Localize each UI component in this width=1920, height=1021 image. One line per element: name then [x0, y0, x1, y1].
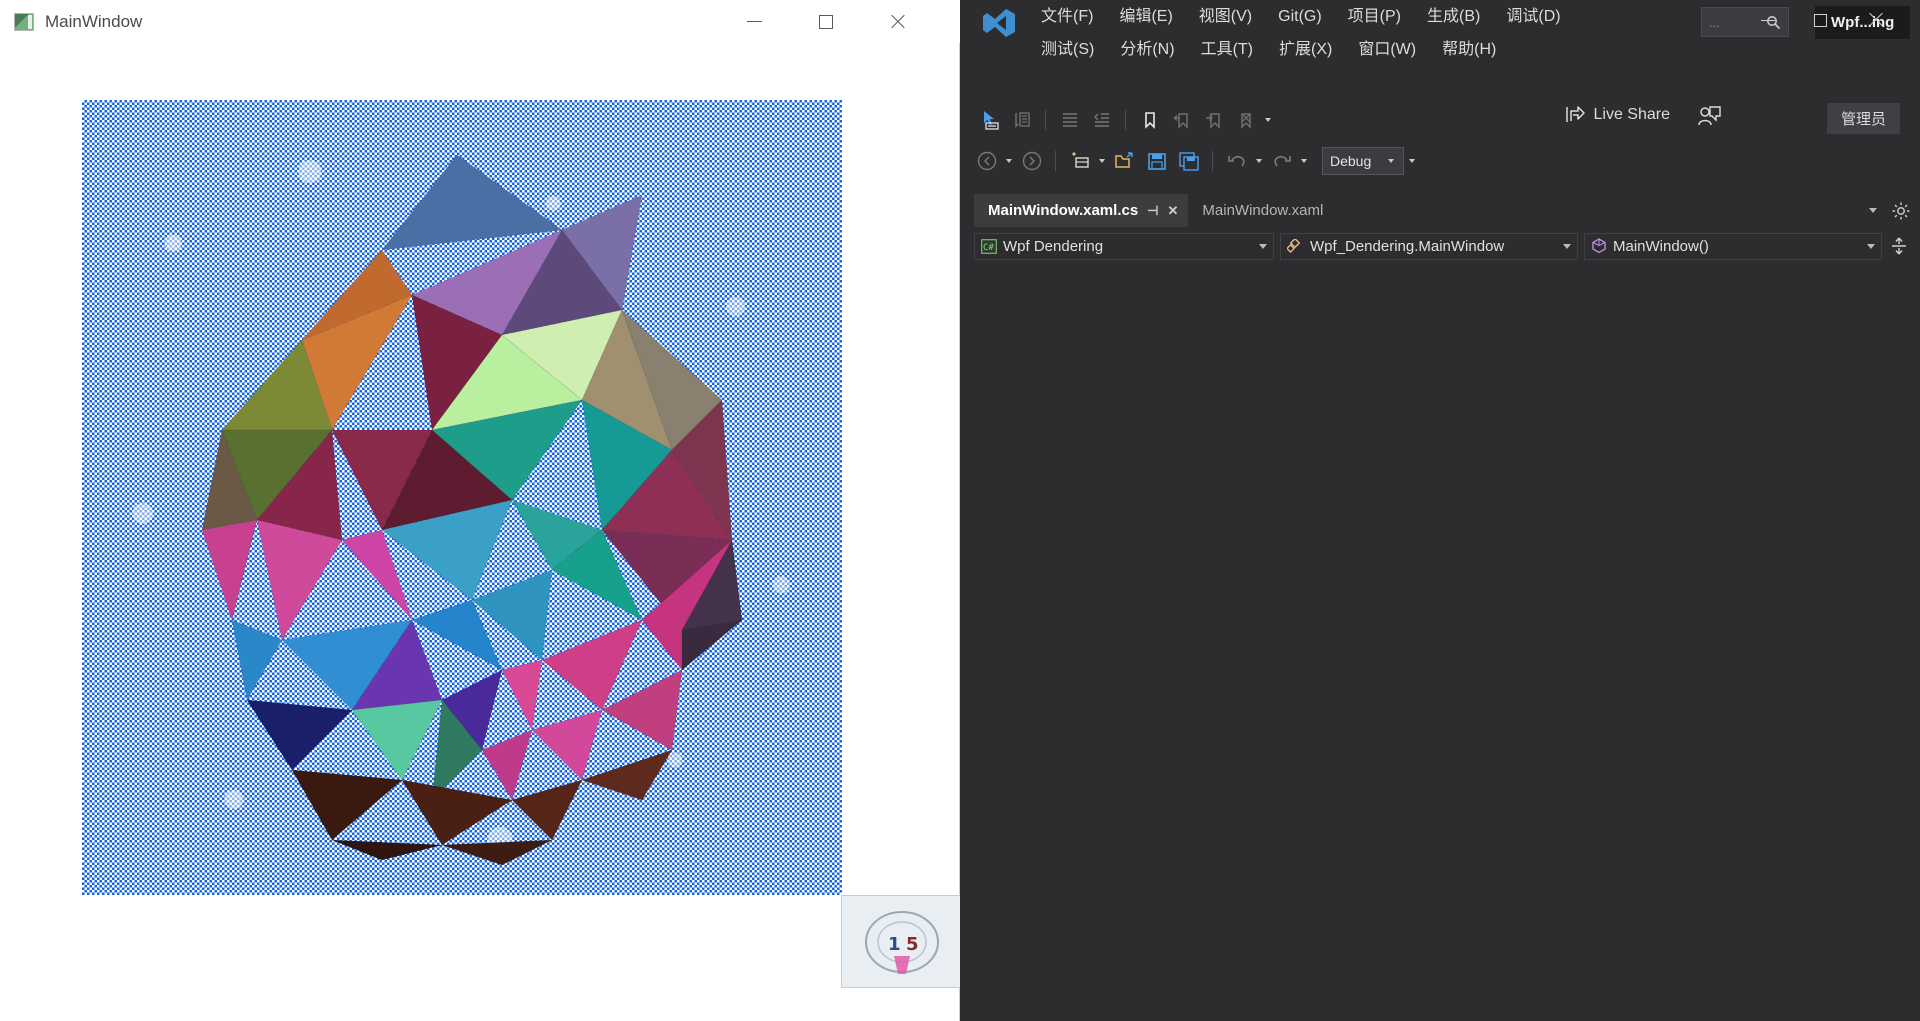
- toolbar-separator: [1125, 110, 1126, 130]
- editor-tab-strip: MainWindow.xaml.cs ⊣ ✕ MainWindow.xaml: [974, 194, 1920, 227]
- navbar-member-label: MainWindow(): [1613, 237, 1709, 255]
- floating-thumbnail[interactable]: 1 5: [841, 895, 961, 988]
- navbar-type-label: Wpf_Dendering.MainWindow: [1310, 237, 1505, 255]
- search-input-placeholder: ...: [1709, 14, 1720, 30]
- wpf-main-window: MainWindow 1 5: [0, 0, 961, 1021]
- undo-icon[interactable]: [1222, 147, 1251, 175]
- svg-text:5: 5: [906, 934, 919, 955]
- navbar-member-dropdown[interactable]: MainWindow(): [1584, 232, 1882, 260]
- wpf-close-button[interactable]: [868, 0, 928, 43]
- tab-label: MainWindow.xaml: [1202, 202, 1324, 219]
- toolbar-separator: [1055, 151, 1056, 171]
- svg-text:1: 1: [888, 934, 901, 955]
- visual-studio-window: 文件(F) 编辑(E) 视图(V) Git(G) 项目(P) 生成(B) 调试(…: [960, 0, 1920, 1021]
- toolbar-overflow-icon[interactable]: [1263, 107, 1273, 133]
- chevron-down-icon: [1867, 244, 1875, 249]
- tab-label: MainWindow.xaml.cs: [988, 202, 1139, 219]
- chevron-down-icon: [1563, 244, 1571, 249]
- chevron-down-icon: [1386, 148, 1396, 174]
- editor-navigation-bar: C# Wpf Dendering Wpf_Dendering.MainWindo…: [974, 231, 1920, 261]
- outdent-icon[interactable]: [1055, 106, 1084, 134]
- menu-item-view[interactable]: 视图(V): [1186, 0, 1265, 33]
- vs-toolbar-secondary: Debug: [960, 140, 1920, 182]
- new-project-icon[interactable]: [1065, 147, 1094, 175]
- menu-item-file[interactable]: 文件(F): [1028, 0, 1106, 33]
- menu-item-edit[interactable]: 编辑(E): [1106, 0, 1185, 33]
- build-configuration-value: Debug: [1330, 153, 1372, 169]
- pointer-select-icon[interactable]: [975, 106, 1004, 134]
- screen-root: MainWindow 1 5 文件(F) 编辑(E) 视图(V) Git(G) …: [0, 0, 1920, 1021]
- navigate-forward-icon[interactable]: [1017, 147, 1046, 175]
- navbar-type-dropdown[interactable]: Wpf_Dendering.MainWindow: [1280, 232, 1578, 260]
- visual-studio-infinity-icon: [982, 7, 1016, 39]
- undo-history-chevron-icon[interactable]: [1254, 148, 1264, 174]
- toolbar-separator: [1045, 110, 1046, 130]
- open-file-icon[interactable]: [1110, 147, 1139, 175]
- indent-icon[interactable]: [1087, 106, 1116, 134]
- menu-item-debug[interactable]: 调试(D): [1493, 0, 1573, 33]
- menu-item-help[interactable]: 帮助(H): [1429, 33, 1509, 66]
- vs-close-button[interactable]: [1850, 0, 1902, 40]
- menu-item-tools[interactable]: 工具(T): [1188, 33, 1266, 66]
- tab-mainwindow-xaml-cs[interactable]: MainWindow.xaml.cs ⊣ ✕: [974, 194, 1189, 227]
- close-icon[interactable]: ✕: [1168, 203, 1179, 219]
- navbar-project-label: Wpf Dendering: [1003, 237, 1104, 255]
- menu-item-build[interactable]: 生成(B): [1414, 0, 1493, 33]
- menu-item-extensions[interactable]: 扩展(X): [1266, 33, 1345, 66]
- menu-item-project[interactable]: 项目(P): [1335, 0, 1414, 33]
- menu-item-window[interactable]: 窗口(W): [1345, 33, 1429, 66]
- wpf-window-title: MainWindow: [45, 11, 143, 31]
- method-cube-icon: [1591, 238, 1607, 254]
- toolbar-separator: [1212, 151, 1213, 171]
- redo-history-chevron-icon[interactable]: [1299, 148, 1309, 174]
- app-window-icon: [14, 12, 34, 31]
- redo-icon[interactable]: [1267, 147, 1296, 175]
- bookmark-prev-icon[interactable]: [1167, 106, 1196, 134]
- back-history-chevron-icon[interactable]: [1004, 148, 1014, 174]
- wpf-maximize-button[interactable]: [796, 0, 856, 43]
- vs-menu-bar: 文件(F) 编辑(E) 视图(V) Git(G) 项目(P) 生成(B) 调试(…: [1028, 0, 1588, 66]
- pin-icon[interactable]: ⊣: [1147, 203, 1158, 219]
- triangle-mesh-render: [201, 154, 744, 866]
- build-configuration-dropdown[interactable]: Debug: [1322, 147, 1404, 175]
- split-editor-icon[interactable]: [1888, 233, 1910, 259]
- toolbar-options-icon[interactable]: [1407, 148, 1417, 174]
- menu-item-analyze[interactable]: 分析(N): [1107, 33, 1187, 66]
- vs-title-row: 文件(F) 编辑(E) 视图(V) Git(G) 项目(P) 生成(B) 调试(…: [960, 0, 1920, 100]
- svg-text:C#: C#: [983, 243, 994, 253]
- csharp-project-icon: C#: [981, 238, 997, 254]
- navigate-back-icon[interactable]: [972, 147, 1001, 175]
- bookmark-icon[interactable]: [1135, 106, 1164, 134]
- bookmark-clear-icon[interactable]: [1231, 106, 1260, 134]
- new-project-chevron-icon[interactable]: [1097, 148, 1107, 174]
- chevron-down-icon: [1259, 244, 1267, 249]
- menu-item-test[interactable]: 测试(S): [1028, 33, 1107, 66]
- wpf-3d-viewport[interactable]: [82, 100, 842, 895]
- vs-minimize-button[interactable]: [1742, 0, 1794, 40]
- vs-toolbar-primary: [960, 100, 1920, 140]
- save-icon[interactable]: [1142, 147, 1171, 175]
- menu-item-git[interactable]: Git(G): [1265, 0, 1335, 33]
- chevron-down-icon[interactable]: [1864, 200, 1882, 220]
- tab-mainwindow-xaml[interactable]: MainWindow.xaml: [1188, 194, 1333, 227]
- vs-maximize-button[interactable]: [1794, 0, 1846, 40]
- bookmark-next-icon[interactable]: [1199, 106, 1228, 134]
- comment-icon[interactable]: [1007, 106, 1036, 134]
- navbar-project-dropdown[interactable]: C# Wpf Dendering: [974, 232, 1274, 260]
- save-all-icon[interactable]: [1174, 147, 1203, 175]
- class-icon: [1287, 238, 1304, 254]
- gear-icon[interactable]: [1890, 200, 1912, 222]
- wpf-minimize-button[interactable]: [724, 0, 784, 43]
